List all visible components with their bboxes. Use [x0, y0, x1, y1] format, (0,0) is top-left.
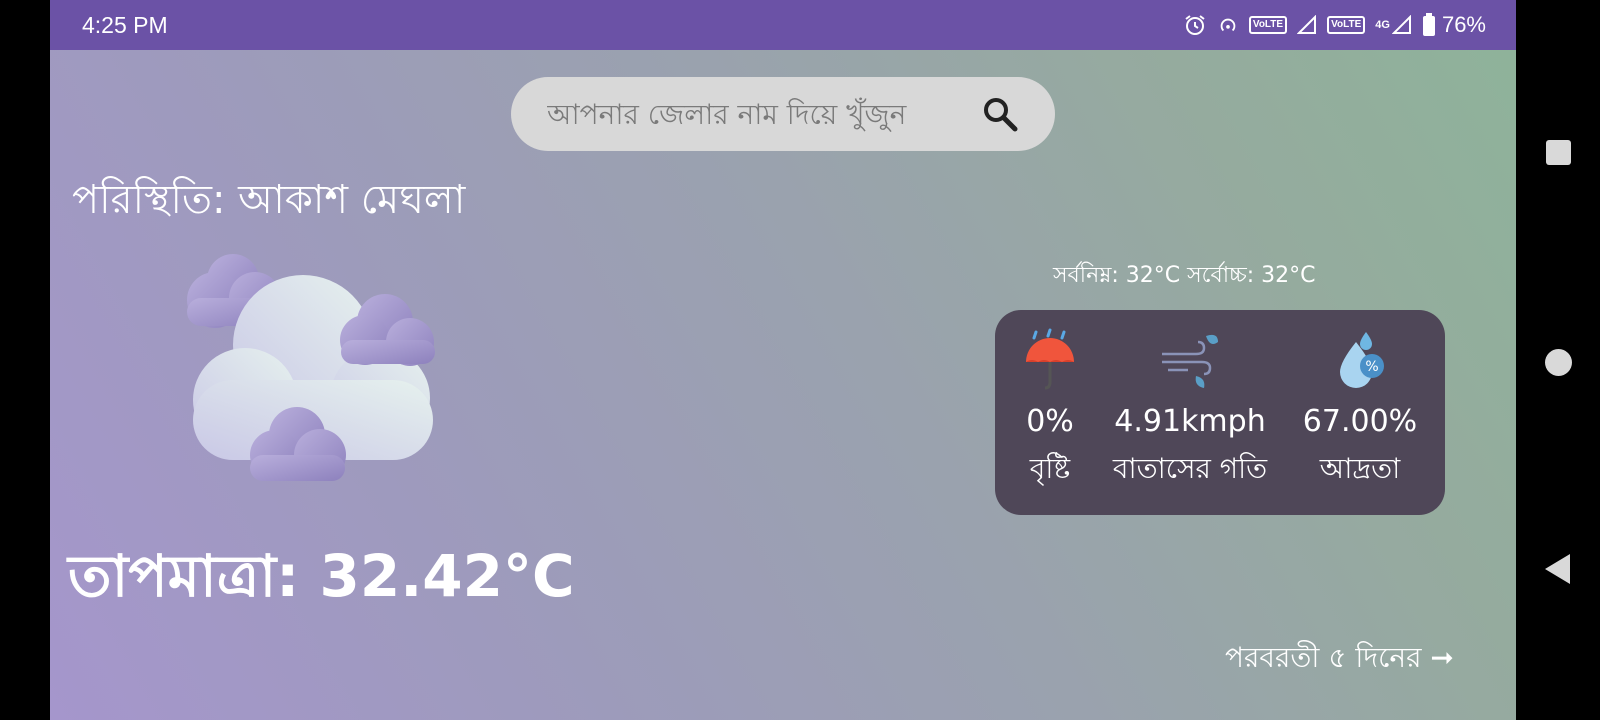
status-time: 4:25 PM — [82, 12, 168, 38]
weather-stats-card: 0% বৃষ্টি 4.91kmph বাতাসের গতি % 67.00% … — [995, 310, 1445, 515]
stat-humidity: % 67.00% আদ্রতা — [1285, 310, 1435, 515]
status-bar: 4:25 PM VoLTE VoLTE 4G 76% — [50, 0, 1516, 50]
battery-percent: 76% — [1441, 12, 1486, 37]
recent-apps-button[interactable] — [1546, 140, 1571, 165]
rain-label: বৃষ্টি — [1029, 452, 1071, 485]
battery-icon — [1422, 13, 1435, 36]
volte-badge-1: VoLTE — [1248, 16, 1288, 34]
signal-icon-2 — [1391, 15, 1411, 34]
rain-value: 0% — [1026, 404, 1074, 439]
network-type: 4G — [1375, 19, 1390, 31]
wind-value: 4.91kmph — [1114, 404, 1266, 439]
status-icons: VoLTE VoLTE 4G 76% — [1183, 10, 1486, 40]
signal-icon-1 — [1297, 15, 1317, 34]
umbrella-rain-icon — [1026, 328, 1074, 390]
home-button[interactable] — [1545, 349, 1572, 376]
temperature-text: তাপমাত্রা: 32.42°C — [68, 542, 575, 610]
stat-rain: 0% বৃষ্টি — [1005, 310, 1095, 515]
min-max-temperature: সর্বনিম্ন: 32°C সর্বোচ্চ: 32°C — [1053, 263, 1316, 288]
stat-wind: 4.91kmph বাতাসের গতি — [1095, 310, 1285, 515]
alarm-icon — [1185, 15, 1205, 35]
humidity-label: আদ্রতা — [1319, 452, 1401, 485]
svg-text:%: % — [1365, 359, 1378, 375]
next-5-days-link[interactable]: পরবরতী ৫ দিনের ➞ — [1225, 636, 1454, 683]
volte-badge-2: VoLTE — [1327, 16, 1366, 34]
app-screen: 4:25 PM VoLTE VoLTE 4G 76% আপনার জেলার ন… — [50, 0, 1516, 720]
system-nav-bar — [1516, 0, 1600, 720]
back-button[interactable] — [1545, 554, 1570, 584]
cloudy-icon — [187, 254, 435, 481]
wind-icon — [1162, 334, 1218, 388]
search-bar[interactable] — [511, 77, 1055, 151]
humidity-icon: % — [1340, 332, 1384, 388]
wind-label: বাতাসের গতি — [1112, 452, 1268, 485]
hotspot-icon — [1220, 18, 1236, 32]
humidity-value: 67.00% — [1302, 404, 1418, 439]
search-input[interactable] — [545, 91, 969, 137]
condition-text: পরিস্থিতি: আকাশ মেঘলা — [72, 177, 466, 223]
search-icon[interactable] — [981, 95, 1019, 133]
